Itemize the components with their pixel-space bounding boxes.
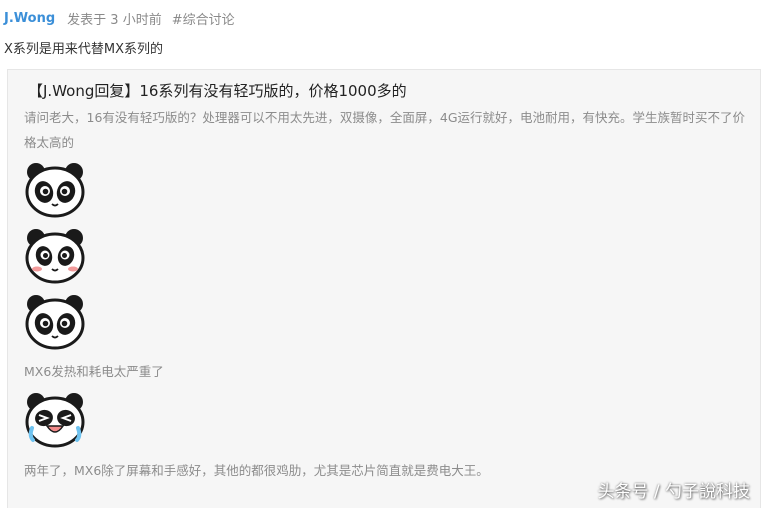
panda-blush-icon — [25, 229, 85, 284]
quote-body: 请问老大，16有没有轻巧版的？处理器可以不用太先进，双摄像，全面屏，4G运行就好… — [24, 110, 746, 150]
reply-line-mx6: MX6发热和耗电太严重了 — [24, 364, 164, 379]
panda-smile-icon — [25, 295, 85, 350]
comment-page: J.Wong 发表于 3 小时前 #综合讨论 X系列是用来代替MX系列的 【J.… — [0, 0, 762, 508]
posted-time: 发表于 3 小时前 — [67, 12, 162, 28]
quoted-reply: 【J.Wong回复】16系列有没有轻巧版的，价格1000多的 请问老大，16有没… — [7, 69, 761, 508]
panda-smile-icon — [25, 163, 85, 218]
topic-tag-link[interactable]: #综合讨论 — [172, 9, 235, 28]
reply-line-two-years: 两年了，MX6除了屏幕和手感好，其他的都很鸡肋，尤其是芯片简直就是费电大王。 — [24, 463, 489, 478]
watermark: 头条号 / 勺子說科技 — [597, 482, 750, 502]
quote-title: 【J.Wong回复】16系列有没有轻巧版的，价格1000多的 — [28, 82, 407, 100]
author-name-link[interactable]: J.Wong — [4, 11, 55, 26]
post-meta: J.Wong 发表于 3 小时前 #综合讨论 — [4, 8, 235, 28]
panda-laugh-cry-icon — [25, 393, 85, 448]
post-text: X系列是用来代替MX系列的 — [4, 42, 164, 57]
